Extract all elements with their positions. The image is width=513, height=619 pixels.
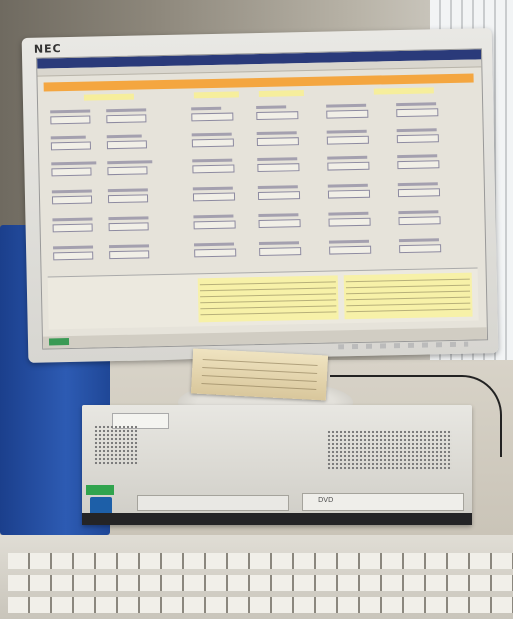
section-header	[373, 87, 434, 95]
vent-grille-left	[94, 425, 139, 465]
dvd-drive: DVD	[302, 493, 464, 511]
key-row	[8, 597, 513, 613]
monitor-screen	[36, 48, 489, 350]
section-header	[258, 90, 304, 98]
yellow-table-2	[343, 272, 473, 320]
form-grid	[46, 97, 477, 271]
paper-note	[190, 348, 329, 401]
key-row	[8, 575, 513, 591]
monitor-brand-logo: NEC	[33, 42, 62, 56]
section-header	[83, 93, 134, 101]
yellow-table	[197, 275, 339, 323]
drive-bay	[137, 495, 289, 511]
key-row	[8, 553, 513, 569]
front-panel-strip	[82, 513, 472, 525]
asset-sticker	[86, 485, 114, 495]
bottom-panel	[47, 267, 479, 330]
desktop-pc: DVD	[82, 405, 472, 525]
dvd-logo: DVD	[318, 496, 334, 504]
monitor: NEC	[21, 28, 499, 363]
section-header	[193, 91, 239, 99]
vent-grille-right	[327, 430, 452, 470]
green-status-indicator	[48, 338, 70, 346]
keyboard	[0, 535, 513, 619]
